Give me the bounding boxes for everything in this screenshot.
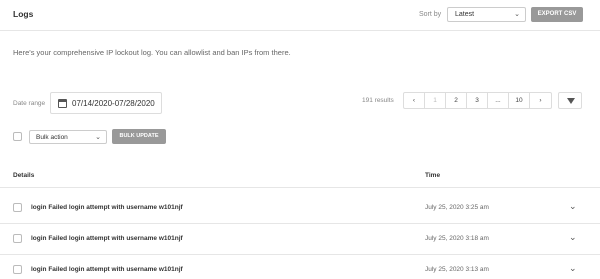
select-all-checkbox[interactable] bbox=[13, 132, 22, 141]
page-2-button[interactable]: 2 bbox=[446, 93, 467, 108]
prev-page-button[interactable]: ‹ bbox=[404, 93, 425, 108]
chevron-down-icon: ⌄ bbox=[514, 11, 520, 18]
date-range-label: Date range bbox=[13, 100, 46, 107]
panel-header: Logs Sort by Latest ⌄ EXPORT CSV bbox=[0, 0, 600, 31]
intro-text: Here's your comprehensive IP lockout log… bbox=[13, 48, 291, 57]
row-detail: login Failed login attempt with username… bbox=[31, 204, 183, 211]
page-1-button[interactable]: 1 bbox=[425, 93, 446, 108]
column-header-details: Details bbox=[13, 172, 35, 179]
row-detail: login Failed login attempt with username… bbox=[31, 235, 183, 242]
sort-select[interactable]: Latest ⌄ bbox=[447, 7, 526, 22]
bulk-action-select[interactable]: Bulk action ⌄ bbox=[29, 130, 107, 144]
bulk-action-value: Bulk action bbox=[36, 134, 68, 141]
page-title: Logs bbox=[13, 9, 34, 19]
date-range-input[interactable]: 07/14/2020-07/28/2020 bbox=[50, 92, 162, 114]
expand-chevron-icon[interactable]: ⌄ bbox=[569, 263, 577, 274]
expand-chevron-icon[interactable]: ⌄ bbox=[569, 232, 577, 243]
row-time: July 25, 2020 3:25 am bbox=[425, 204, 489, 211]
pagination: ‹ 1 2 3 ... 10 › bbox=[403, 92, 552, 109]
table-row[interactable]: login Failed login attempt with username… bbox=[0, 193, 600, 224]
next-page-button[interactable]: › bbox=[530, 93, 551, 108]
row-time: July 25, 2020 3:13 am bbox=[425, 266, 489, 273]
table-row[interactable]: login Failed login attempt with username… bbox=[0, 224, 600, 255]
filter-icon bbox=[567, 98, 575, 104]
row-time: July 25, 2020 3:18 am bbox=[425, 235, 489, 242]
bulk-update-button[interactable]: BULK UPDATE bbox=[112, 129, 166, 144]
date-range-value: 07/14/2020-07/28/2020 bbox=[72, 99, 155, 108]
calendar-icon bbox=[58, 99, 67, 108]
page-3-button[interactable]: 3 bbox=[467, 93, 488, 108]
column-header-time: Time bbox=[425, 172, 441, 179]
table-row[interactable]: login Failed login attempt with username… bbox=[0, 255, 600, 279]
logs-panel: Logs Sort by Latest ⌄ EXPORT CSV Here's … bbox=[0, 0, 600, 279]
results-count: 191 results bbox=[362, 97, 394, 104]
sort-label: Sort by bbox=[419, 11, 442, 18]
expand-chevron-icon[interactable]: ⌄ bbox=[569, 201, 577, 212]
page-ellipsis: ... bbox=[488, 93, 509, 108]
filter-button[interactable] bbox=[558, 92, 582, 109]
row-detail: login Failed login attempt with username… bbox=[31, 266, 183, 273]
table-header-divider bbox=[0, 187, 600, 188]
row-checkbox[interactable] bbox=[13, 234, 22, 243]
chevron-down-icon: ⌄ bbox=[95, 134, 101, 141]
row-checkbox[interactable] bbox=[13, 265, 22, 274]
export-csv-button[interactable]: EXPORT CSV bbox=[531, 7, 583, 22]
page-10-button[interactable]: 10 bbox=[509, 93, 530, 108]
row-checkbox[interactable] bbox=[13, 203, 22, 212]
sort-value: Latest bbox=[455, 11, 475, 18]
